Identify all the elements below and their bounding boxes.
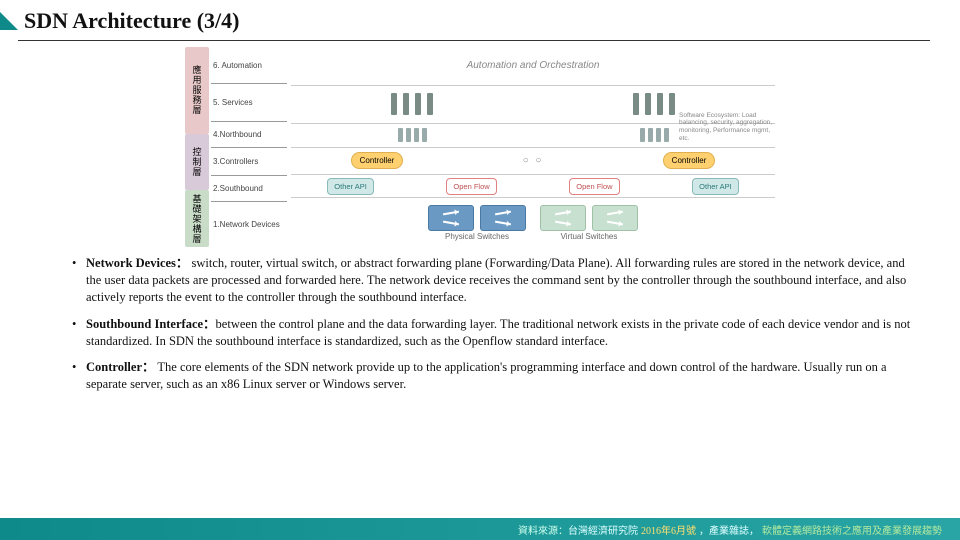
row-services: Software Ecosystem: Load balancing, secu… [291,86,775,125]
service-bar-icon [633,93,639,115]
bullet-network-devices: Network Devices： switch, router, virtual… [72,255,912,306]
row-label-southbound: 2.Southbound [211,176,287,202]
nb-group [398,128,427,142]
row-label-controllers: 3.Controllers [211,148,287,177]
api-openflow-right: Open Flow [569,178,619,195]
row-network-devices: Physical Switches Virtual Switches [291,198,775,247]
service-group-left [391,93,433,115]
nb-group [640,128,669,142]
row-label-column: 6. Automation 5. Services 4.Northbound 3… [211,47,287,247]
row-southbound: Other API Open Flow Open Flow Other API [291,175,775,199]
physical-switch-icon [480,205,526,231]
controller-pill-left: Controller [351,152,404,169]
bullet-southbound: Southbound Interface：between the control… [72,316,912,350]
nb-bar-icon [406,128,411,142]
bullet-text: The core elements of the SDN network pro… [86,360,887,391]
api-other-right: Other API [692,178,739,195]
service-bar-icon [403,93,409,115]
api-other-left: Other API [327,178,374,195]
service-bar-icon [669,93,675,115]
bullet-term: Southbound Interface： [86,317,216,331]
row-northbound [291,124,775,148]
bullet-list: Network Devices： switch, router, virtual… [72,255,912,393]
row-label-automation: 6. Automation [211,47,287,84]
layer-control: 控制層 [185,134,209,191]
footer-year: 2016年6月號 [641,522,696,537]
row-label-northbound: 4.Northbound [211,122,287,148]
nb-bar-icon [648,128,653,142]
controller-link-icon: ○ ○ [523,155,544,166]
physical-switch-caption: Physical Switches [445,232,509,241]
service-bar-icon [391,93,397,115]
nb-bar-icon [640,128,645,142]
row-controllers: Controller ○ ○ Controller [291,148,775,175]
service-bar-icon [645,93,651,115]
row-automation: Automation and Orchestration [291,47,775,86]
service-bar-icon [415,93,421,115]
layer-infrastructure: 基礎架構層 [185,190,209,247]
physical-switch-icon [428,205,474,231]
footer-attribution: 資料來源： 台灣經濟研究院 2016年6月號 ，產業雜誌， 軟體定義網路技術之應… [0,518,960,540]
service-bar-icon [657,93,663,115]
title-accent-icon [0,12,18,30]
bullet-controller: Controller： The core elements of the SDN… [72,359,912,393]
diagram-main: Automation and Orchestration Software Ec… [291,47,775,247]
sdn-architecture-diagram: 應用服務層 控制層 基礎架構層 6. Automation 5. Service… [185,47,775,247]
nb-bar-icon [422,128,427,142]
side-layer-column: 應用服務層 控制層 基礎架構層 [185,47,209,247]
nb-bar-icon [398,128,403,142]
title-bar: SDN Architecture (3/4) [0,0,960,38]
service-bar-icon [427,93,433,115]
api-openflow-left: Open Flow [446,178,496,195]
footer-source: 台灣經濟研究院 [568,522,638,537]
virtual-switch-group: Virtual Switches [540,205,638,241]
automation-header: Automation and Orchestration [467,60,600,71]
bullet-term: Network Devices： [86,256,188,270]
nb-bar-icon [664,128,669,142]
row-label-network-devices: 1.Network Devices [211,202,287,247]
virtual-switch-caption: Virtual Switches [561,232,618,241]
row-label-services: 5. Services [211,84,287,121]
footer-publication: 軟體定義網路技術之應用及產業發展趨勢 [762,522,942,537]
page-title: SDN Architecture (3/4) [24,8,239,34]
footer-mid: ，產業雜誌， [699,522,759,537]
bullet-term: Controller： [86,360,155,374]
bullet-text: switch, router, virtual switch, or abstr… [86,256,906,304]
controller-pill-right: Controller [663,152,716,169]
physical-switch-group: Physical Switches [428,205,526,241]
virtual-switch-icon [540,205,586,231]
virtual-switch-icon [592,205,638,231]
service-group-right [633,93,675,115]
layer-application: 應用服務層 [185,47,209,134]
divider [18,40,930,41]
nb-bar-icon [414,128,419,142]
footer-label: 資料來源： [518,522,568,537]
nb-bar-icon [656,128,661,142]
